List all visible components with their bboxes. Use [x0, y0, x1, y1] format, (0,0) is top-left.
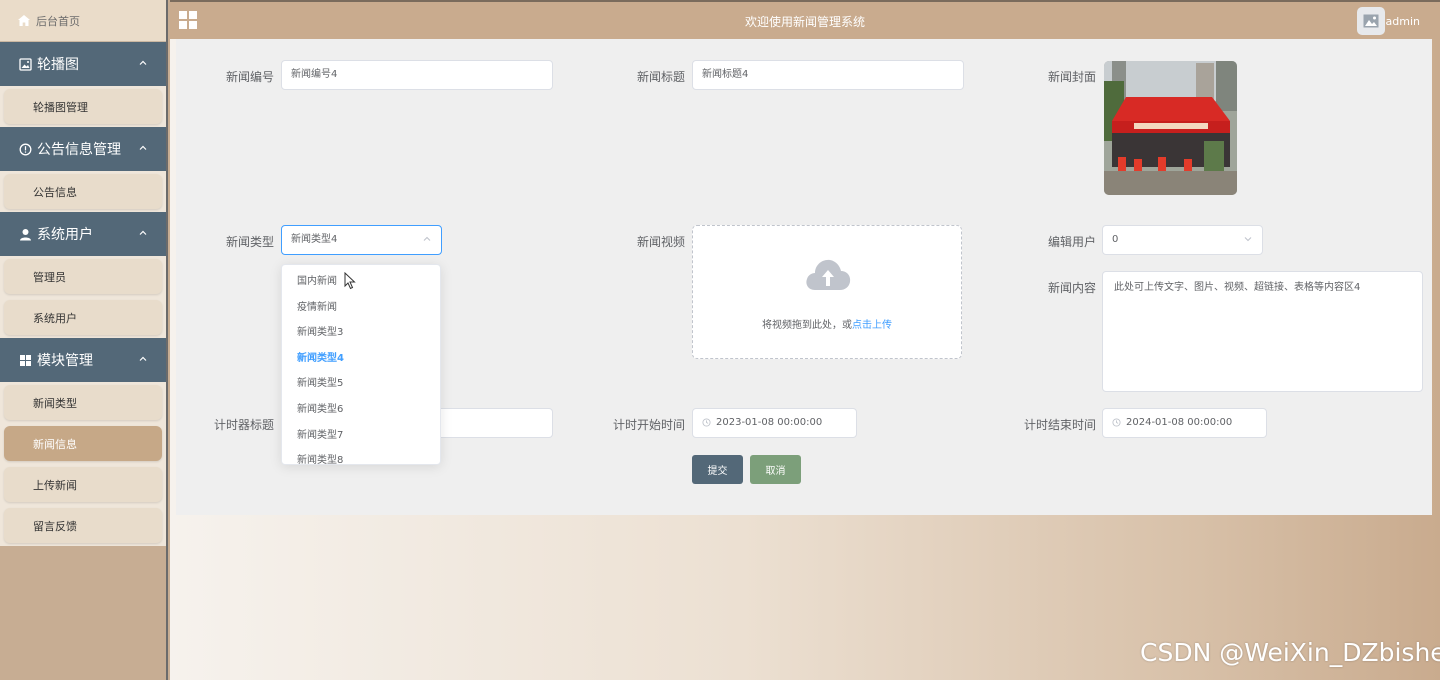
timer-start-label: 计时开始时间	[612, 418, 685, 432]
news-no-label: 新闻编号	[225, 70, 274, 84]
image-icon	[18, 57, 32, 71]
sidebar-item-label: 公告信息	[33, 185, 77, 199]
timer-title-label: 计时器标题	[213, 418, 274, 432]
sidebar-home[interactable]: 后台首页	[0, 0, 166, 42]
sidebar-group-users[interactable]: 系统用户	[0, 212, 166, 256]
chevron-up-icon	[139, 60, 147, 65]
sidebar-group-carousel[interactable]: 轮播图	[0, 42, 166, 86]
dropdown-option[interactable]: 疫情新闻	[282, 295, 440, 321]
page-title: 欢迎使用新闻管理系统	[744, 15, 865, 29]
edit-user-label: 编辑用户	[1047, 235, 1096, 249]
cancel-button[interactable]: 取消	[750, 455, 801, 484]
video-label: 新闻视频	[636, 235, 685, 249]
sidebar-item-notice[interactable]: 公告信息	[4, 174, 162, 209]
mouse-cursor-icon	[344, 272, 356, 290]
timer-end-picker[interactable]: 2024-01-08 00:00:00	[1102, 408, 1267, 438]
news-no-input[interactable]: 新闻编号4	[281, 60, 553, 90]
upload-hint: 将视频拖到此处，或点击上传	[693, 316, 961, 331]
sidebar-item-admin[interactable]: 管理员	[4, 259, 162, 294]
sidebar: 后台首页 轮播图 轮播图管理 公告信息管理 公告信息 系统用户 管理员 系统用户…	[0, 0, 168, 680]
sidebar-item-label: 留言反馈	[33, 519, 77, 533]
user-icon	[18, 227, 32, 241]
content-textarea[interactable]: 此处可上传文字、图片、视频、超链接、表格等内容区4	[1102, 271, 1423, 392]
sidebar-group-label: 公告信息管理	[37, 142, 121, 158]
upload-click-link[interactable]: 点击上传	[852, 320, 892, 331]
sidebar-item-label: 新闻信息	[33, 437, 77, 451]
chevron-up-icon	[139, 145, 147, 150]
video-upload-dropzone[interactable]: 将视频拖到此处，或点击上传	[692, 225, 962, 359]
cover-label: 新闻封面	[1047, 70, 1096, 84]
chevron-up-icon	[423, 236, 431, 241]
sidebar-item-label: 管理员	[33, 270, 66, 284]
chevron-up-icon	[139, 356, 147, 361]
clock-icon	[1112, 417, 1121, 427]
sidebar-group-label: 模块管理	[37, 353, 93, 369]
sidebar-group-modules[interactable]: 模块管理	[0, 338, 166, 382]
dropdown-option[interactable]: 新闻类型8	[282, 448, 440, 464]
sidebar-item-news-info[interactable]: 新闻信息	[4, 426, 162, 461]
dropdown-option[interactable]: 新闻类型6	[282, 397, 440, 423]
sidebar-item-carousel-manage[interactable]: 轮播图管理	[4, 89, 162, 124]
edit-user-value: 0	[1112, 234, 1119, 245]
news-type-label: 新闻类型	[225, 235, 274, 249]
edit-user-select[interactable]: 0	[1102, 225, 1263, 255]
news-type-dropdown: 国内新闻 疫情新闻 新闻类型3 新闻类型4 新闻类型5 新闻类型6 新闻类型7 …	[281, 264, 441, 465]
sidebar-group-label: 轮播图	[37, 57, 79, 73]
sidebar-item-label: 上传新闻	[33, 478, 77, 492]
dropdown-option-selected[interactable]: 新闻类型4	[282, 346, 440, 372]
chevron-up-icon	[139, 230, 147, 235]
clock-icon	[702, 417, 711, 427]
watermark: CSDN @WeiXin_DZbishe	[1140, 638, 1440, 667]
sidebar-item-label: 新闻类型	[33, 396, 77, 410]
sidebar-group-label: 系统用户	[37, 227, 93, 243]
news-type-select[interactable]: 新闻类型4	[281, 225, 442, 255]
timer-end-label: 计时结束时间	[1023, 418, 1096, 432]
chevron-down-icon	[1244, 237, 1252, 242]
grid-icon	[18, 353, 32, 367]
cloud-upload-icon	[806, 259, 851, 290]
timer-end-value: 2024-01-08 00:00:00	[1126, 417, 1233, 428]
image-placeholder-icon	[1363, 14, 1379, 28]
sidebar-group-notice[interactable]: 公告信息管理	[0, 127, 166, 171]
home-icon	[18, 15, 30, 27]
header: 欢迎使用新闻管理系统 admin	[170, 0, 1440, 39]
sidebar-item-feedback[interactable]: 留言反馈	[4, 508, 162, 543]
sidebar-home-label: 后台首页	[36, 14, 80, 28]
timer-start-picker[interactable]: 2023-01-08 00:00:00	[692, 408, 857, 438]
sidebar-item-label: 轮播图管理	[33, 100, 88, 114]
content-label: 新闻内容	[1047, 281, 1096, 295]
news-type-value: 新闻类型4	[291, 234, 338, 245]
sidebar-item-upload-news[interactable]: 上传新闻	[4, 467, 162, 502]
info-circle-icon	[18, 142, 32, 156]
dropdown-option[interactable]: 新闻类型3	[282, 320, 440, 346]
news-title-label: 新闻标题	[636, 70, 685, 84]
news-title-input[interactable]: 新闻标题4	[692, 60, 964, 90]
sidebar-item-label: 系统用户	[33, 311, 77, 325]
sidebar-item-system-users[interactable]: 系统用户	[4, 300, 162, 335]
submit-button[interactable]: 提交	[692, 455, 743, 484]
dropdown-option[interactable]: 新闻类型5	[282, 371, 440, 397]
upload-hint-text: 将视频拖到此处，或	[762, 320, 852, 331]
username[interactable]: admin	[1386, 15, 1420, 28]
dropdown-option[interactable]: 新闻类型7	[282, 423, 440, 449]
cover-image[interactable]	[1104, 61, 1237, 195]
timer-start-value: 2023-01-08 00:00:00	[716, 417, 823, 428]
avatar[interactable]	[1357, 7, 1385, 35]
sidebar-item-news-type[interactable]: 新闻类型	[4, 385, 162, 420]
dropdown-option[interactable]: 国内新闻	[282, 269, 440, 295]
